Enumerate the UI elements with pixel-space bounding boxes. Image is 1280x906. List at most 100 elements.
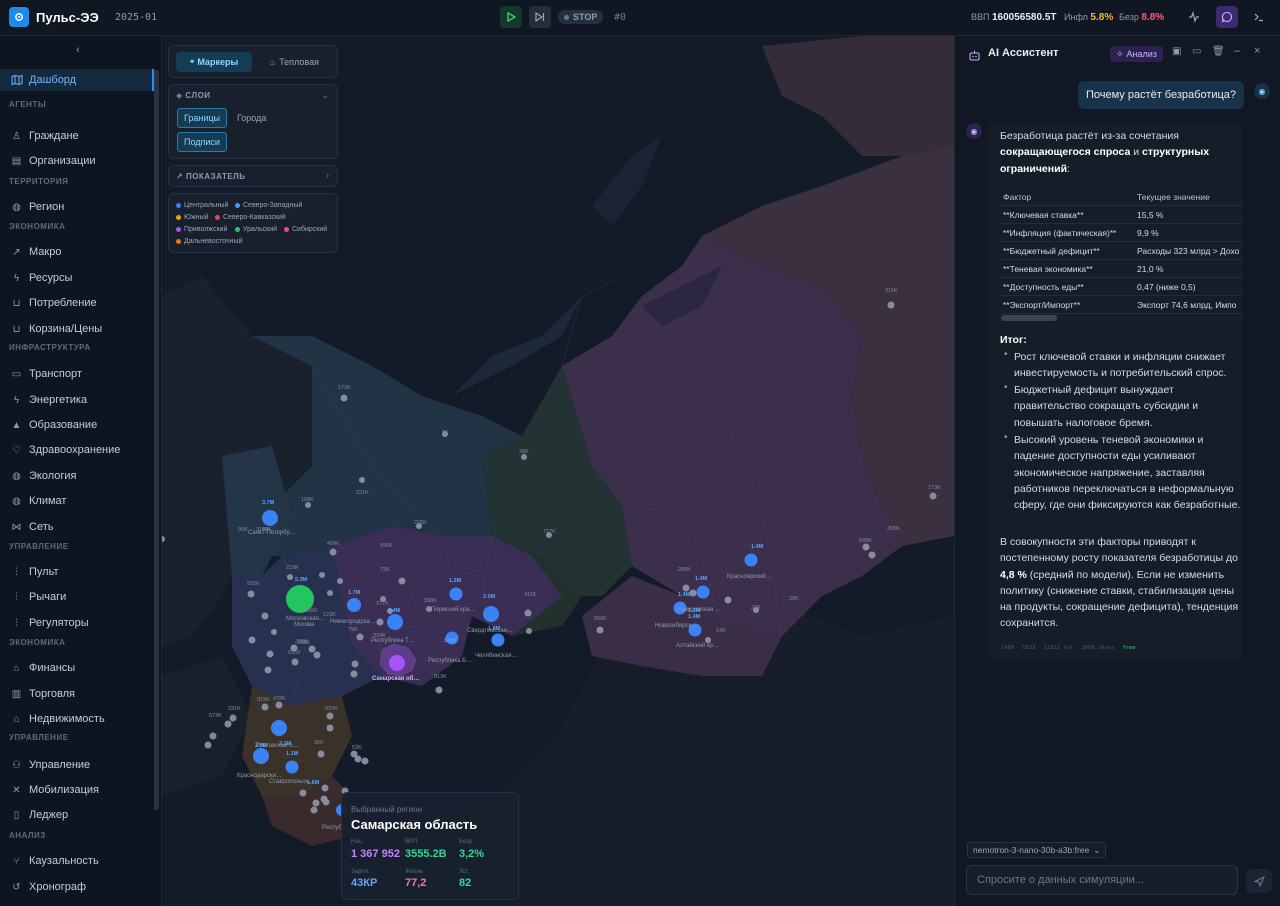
sidebar-item-label: Потребление xyxy=(29,297,97,309)
sidebar-item[interactable]: ⋈ Сеть xyxy=(0,516,154,538)
minimize-icon[interactable]: – xyxy=(1234,45,1240,57)
sidebar-item[interactable]: ♡ Здравоохранение xyxy=(0,439,154,461)
map-icon xyxy=(10,74,23,87)
step-button[interactable] xyxy=(529,6,551,28)
map-city-label[interactable]: Республика Б… xyxy=(428,658,472,664)
legend-label: Уральский xyxy=(243,226,278,233)
save-icon[interactable]: ▣ xyxy=(1172,46,1181,57)
sidebar-item[interactable]: ⌂ Недвижимость xyxy=(0,708,154,730)
sidebar-item[interactable]: ⚇ Управление xyxy=(0,754,154,776)
sidebar-item[interactable]: ϟ Энергетика xyxy=(0,389,154,411)
bullet-marker: • xyxy=(1004,432,1008,443)
sidebar-item[interactable]: ⫶ Рычаги xyxy=(0,586,154,608)
map-city-label[interactable]: Нижегородска… xyxy=(330,619,376,625)
layer-borders-chip[interactable]: Границы xyxy=(177,108,227,128)
play-button[interactable] xyxy=(500,6,522,28)
legend-item: Сибирский xyxy=(284,226,327,233)
assistant-message: Безработица растёт из-за сочетания сокра… xyxy=(989,122,1242,660)
layer-cities-chip[interactable]: Города xyxy=(231,108,272,128)
sidebar-item[interactable]: ⌂ Финансы xyxy=(0,657,154,679)
map-value-label: 555K xyxy=(247,581,260,587)
map-city-label[interactable]: Пермский кра… xyxy=(431,607,475,613)
message-meta: 1409 5623 11322 tok 1668 chars free xyxy=(1001,645,1136,651)
table-header-row: Фактор Текущее значение xyxy=(1000,188,1242,206)
chat-input[interactable]: Спросите о данных симуляции... xyxy=(966,865,1238,895)
sidebar-item[interactable]: ♙ Граждане xyxy=(0,125,154,147)
sidebar-item[interactable]: ⑂ Каузальность xyxy=(0,850,154,872)
conclusion-value: 4,8 % xyxy=(1000,568,1027,581)
trash-icon[interactable]: 🗑 xyxy=(1212,46,1225,57)
sidebar-section-title: АНАЛИЗ xyxy=(9,831,46,840)
sidebar-item[interactable]: ◷Ретроспектива xyxy=(0,901,154,906)
layers-header[interactable]: ◈ СЛОИ xyxy=(176,91,211,100)
map-city-label[interactable]: Москва xyxy=(294,622,314,628)
analysis-button[interactable]: ✧ Анализ xyxy=(1110,46,1163,62)
share-icon: ⋈ xyxy=(11,521,22,533)
collapse-sidebar-button[interactable]: ‹ xyxy=(76,44,80,56)
sidebar-scrollbar[interactable] xyxy=(154,70,159,810)
map-value-label: 226K xyxy=(305,608,318,614)
sidebar-item[interactable]: ⊔ Корзина/Цены xyxy=(0,318,154,340)
layers-icon: ◈ xyxy=(176,91,183,100)
map-value-label: 398K xyxy=(424,598,437,604)
sidebar-item[interactable]: ⊔ Потребление xyxy=(0,292,154,314)
legend-item: Уральский xyxy=(235,226,277,233)
sidebar-item[interactable]: ◍ Экология xyxy=(0,465,154,487)
sidebar-item[interactable]: ⫶ Регуляторы xyxy=(0,612,154,634)
folder-icon[interactable]: ▭ xyxy=(1192,46,1201,57)
map-value-label: 478K xyxy=(273,696,286,702)
map-city-label[interactable]: Красноярский… xyxy=(727,574,772,580)
tab-markers[interactable]: ⌖ Маркеры xyxy=(176,52,252,72)
sidebar-item-label: Регуляторы xyxy=(29,617,89,629)
sidebar-item-dashboard[interactable]: Дашборд xyxy=(0,69,154,91)
layer-labels-chip[interactable]: Подписи xyxy=(177,132,227,152)
chat-title: AI Ассистент xyxy=(988,47,1059,59)
intro-text: и xyxy=(1133,146,1140,159)
sidebar-item-label: Регион xyxy=(29,201,65,213)
sidebar-item[interactable]: ✕ Мобилизация xyxy=(0,779,154,801)
table-cell: Экспорт 74,6 млрд, Импо xyxy=(1137,299,1237,310)
sidebar-item[interactable]: ▲ Образование xyxy=(0,414,154,436)
map-city-label[interactable]: Новосибирск… xyxy=(655,623,697,629)
sidebar-item[interactable]: ▭ Транспорт xyxy=(0,363,154,385)
sidebar-item[interactable]: ↺ Хронограф xyxy=(0,876,154,898)
inflation-stat: Инфл 5.8% xyxy=(1064,12,1113,23)
map-city-label[interactable]: Самарская об… xyxy=(372,676,419,682)
map-canvas[interactable]: ⌖ Маркеры ♨ Тепловая ◈ СЛОИ ⌄ Границы Горо… xyxy=(162,36,954,906)
sidebar-item[interactable]: ϟ Ресурсы xyxy=(0,267,154,289)
map-value-label: 38K xyxy=(519,449,529,455)
sidebar-item[interactable]: ▯ Леджер xyxy=(0,804,154,826)
stop-button[interactable]: STOP xyxy=(558,10,604,24)
send-button[interactable] xyxy=(1246,869,1272,893)
sidebar-item[interactable]: ▤ Организации xyxy=(0,150,154,172)
sidebar-item[interactable]: ▥ Торговля xyxy=(0,683,154,705)
card-caption: Выбранный регион xyxy=(351,805,422,814)
inflation-label: Инфл xyxy=(1064,12,1088,22)
intro-bold: сокращающегося спроса xyxy=(1000,146,1131,159)
terminal-button[interactable] xyxy=(1248,6,1270,28)
sidebar: ‹ Дашборд АГЕНТЫ ♙ Граждане ▤ Организации ТЕР… xyxy=(0,36,162,906)
table-scrollbar[interactable] xyxy=(1001,315,1057,321)
sidebar-item[interactable]: ↗ Макро xyxy=(0,241,154,263)
map-value-label: 225K xyxy=(414,520,427,526)
chevron-down-icon[interactable]: ⌄ xyxy=(321,90,329,101)
metric-label: Жизнь xyxy=(405,869,424,875)
indicator-panel[interactable]: ↗ ПОКАЗАТЕЛЬ › xyxy=(168,165,338,187)
close-icon[interactable]: × xyxy=(1254,45,1260,57)
sidebar-item[interactable]: ◍ Регион xyxy=(0,196,154,218)
sidebar-item[interactable]: ◍ Климат xyxy=(0,490,154,512)
chat-toggle-button[interactable] xyxy=(1216,6,1238,28)
store-icon: ▥ xyxy=(11,688,22,700)
map-city-label[interactable]: Челябинская… xyxy=(475,653,517,659)
tab-heatmap[interactable]: ♨ Тепловая xyxy=(256,52,332,72)
table-cell: **Бюджетный дефицит** xyxy=(1003,245,1100,256)
sidebar-item[interactable]: ⫶ Пульт xyxy=(0,561,154,583)
legend-label: Сибирский xyxy=(292,226,328,233)
map-value-label: 690K xyxy=(380,543,393,549)
app-name: Пульс-ЭЭ xyxy=(36,10,99,25)
legend-item: Приволжский xyxy=(176,226,227,233)
sliders-icon: ⫶ xyxy=(15,591,18,603)
model-select[interactable]: nemotron-3-nano-30b-a3b:free ⌄ xyxy=(967,842,1107,858)
activity-button[interactable] xyxy=(1183,6,1205,28)
map-city-label[interactable]: Алтайский кр… xyxy=(676,643,719,649)
